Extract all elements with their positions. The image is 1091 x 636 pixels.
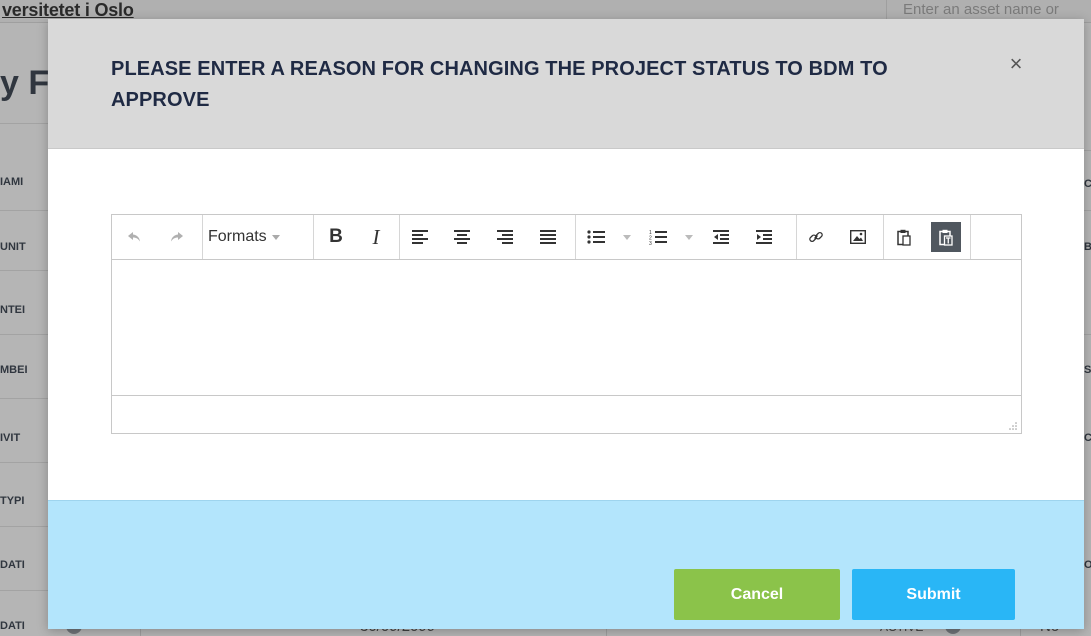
align-justify-icon[interactable]: [533, 222, 563, 252]
submit-button[interactable]: Submit: [852, 569, 1015, 620]
paste-as-text-icon[interactable]: [931, 222, 961, 252]
rich-text-editor: Formats B I 1 2 3: [111, 214, 1022, 434]
indent-icon[interactable]: [749, 222, 779, 252]
outdent-icon[interactable]: [706, 222, 736, 252]
italic-button[interactable]: I: [361, 222, 391, 252]
redo-icon[interactable]: [162, 222, 192, 252]
editor-statusbar: [112, 395, 1021, 433]
style-group: B I: [313, 215, 400, 259]
image-icon[interactable]: [843, 222, 873, 252]
link-icon[interactable]: [801, 222, 831, 252]
svg-text:3: 3: [649, 241, 652, 245]
status-change-reason-dialog: PLEASE ENTER A REASON FOR CHANGING THE P…: [48, 19, 1084, 629]
list-group: 123: [575, 215, 797, 259]
chevron-down-icon[interactable]: [685, 235, 693, 240]
chevron-down-icon[interactable]: [623, 235, 631, 240]
modal-footer: Cancel Submit: [48, 500, 1084, 629]
undo-icon[interactable]: [119, 222, 149, 252]
modal-title: PLEASE ENTER A REASON FOR CHANGING THE P…: [111, 58, 888, 111]
chevron-down-icon: [271, 234, 280, 240]
close-icon[interactable]: ×: [1006, 53, 1026, 75]
paste-icon[interactable]: [889, 222, 919, 252]
alignment-group: [399, 215, 576, 259]
formats-dropdown[interactable]: Formats: [208, 222, 280, 252]
modal-header: PLEASE ENTER A REASON FOR CHANGING THE P…: [48, 19, 1084, 149]
insert-group: [796, 215, 884, 259]
editor-content-area[interactable]: [112, 260, 1021, 395]
formats-group: Formats: [202, 215, 314, 259]
align-center-icon[interactable]: [447, 222, 477, 252]
align-left-icon[interactable]: [405, 222, 435, 252]
history-group: [112, 215, 203, 259]
clipboard-group: [883, 215, 971, 259]
numbered-list-icon[interactable]: 123: [643, 222, 673, 252]
bullet-list-icon[interactable]: [581, 222, 611, 252]
resize-handle-icon[interactable]: [1007, 420, 1017, 430]
cancel-button[interactable]: Cancel: [674, 569, 840, 620]
formats-label: Formats: [208, 228, 267, 245]
editor-toolbar: Formats B I 1 2 3: [112, 215, 1021, 260]
modal-body: Formats B I 1 2 3: [48, 149, 1084, 500]
align-right-icon[interactable]: [490, 222, 520, 252]
bold-button[interactable]: B: [321, 222, 351, 252]
